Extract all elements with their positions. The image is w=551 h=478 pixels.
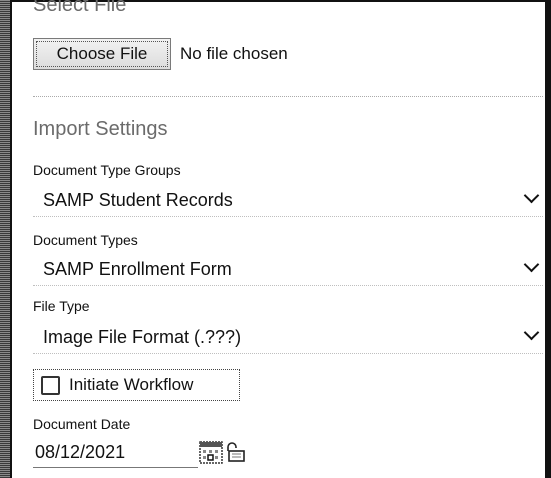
file-type-label: File Type	[33, 298, 90, 314]
import-panel: Select File Choose File No file chosen I…	[0, 0, 551, 478]
document-types-value: SAMP Enrollment Form	[43, 259, 232, 279]
panel-left-border	[0, 0, 12, 478]
file-type-select[interactable]: Image File Format (.???)	[33, 321, 543, 354]
import-settings-heading: Import Settings	[33, 118, 168, 140]
document-date-input[interactable]: 08/12/2021	[33, 438, 198, 468]
file-status-text: No file chosen	[180, 44, 288, 63]
file-type-value: Image File Format (.???)	[43, 327, 242, 347]
document-types-label: Document Types	[33, 232, 138, 248]
document-type-groups-label: Document Type Groups	[33, 162, 181, 178]
calendar-icon[interactable]	[199, 440, 223, 464]
initiate-workflow-checkbox[interactable]: Initiate Workflow	[33, 369, 240, 401]
document-date-value: 08/12/2021	[35, 442, 126, 462]
document-type-groups-value: SAMP Student Records	[43, 190, 233, 210]
chevron-down-icon	[523, 187, 540, 204]
choose-file-button[interactable]: Choose File	[33, 38, 171, 70]
select-file-heading: Select File	[33, 0, 127, 16]
unlock-icon[interactable]	[224, 441, 246, 463]
document-types-select[interactable]: SAMP Enrollment Form	[33, 253, 543, 286]
chevron-down-icon	[523, 256, 540, 273]
panel-right-border	[545, 0, 551, 478]
chevron-down-icon	[523, 324, 540, 341]
document-type-groups-select[interactable]: SAMP Student Records	[33, 184, 543, 217]
initiate-workflow-label: Initiate Workflow	[69, 375, 194, 394]
document-date-label: Document Date	[33, 416, 131, 432]
checkbox-box[interactable]	[41, 375, 60, 395]
section-divider	[33, 96, 543, 97]
